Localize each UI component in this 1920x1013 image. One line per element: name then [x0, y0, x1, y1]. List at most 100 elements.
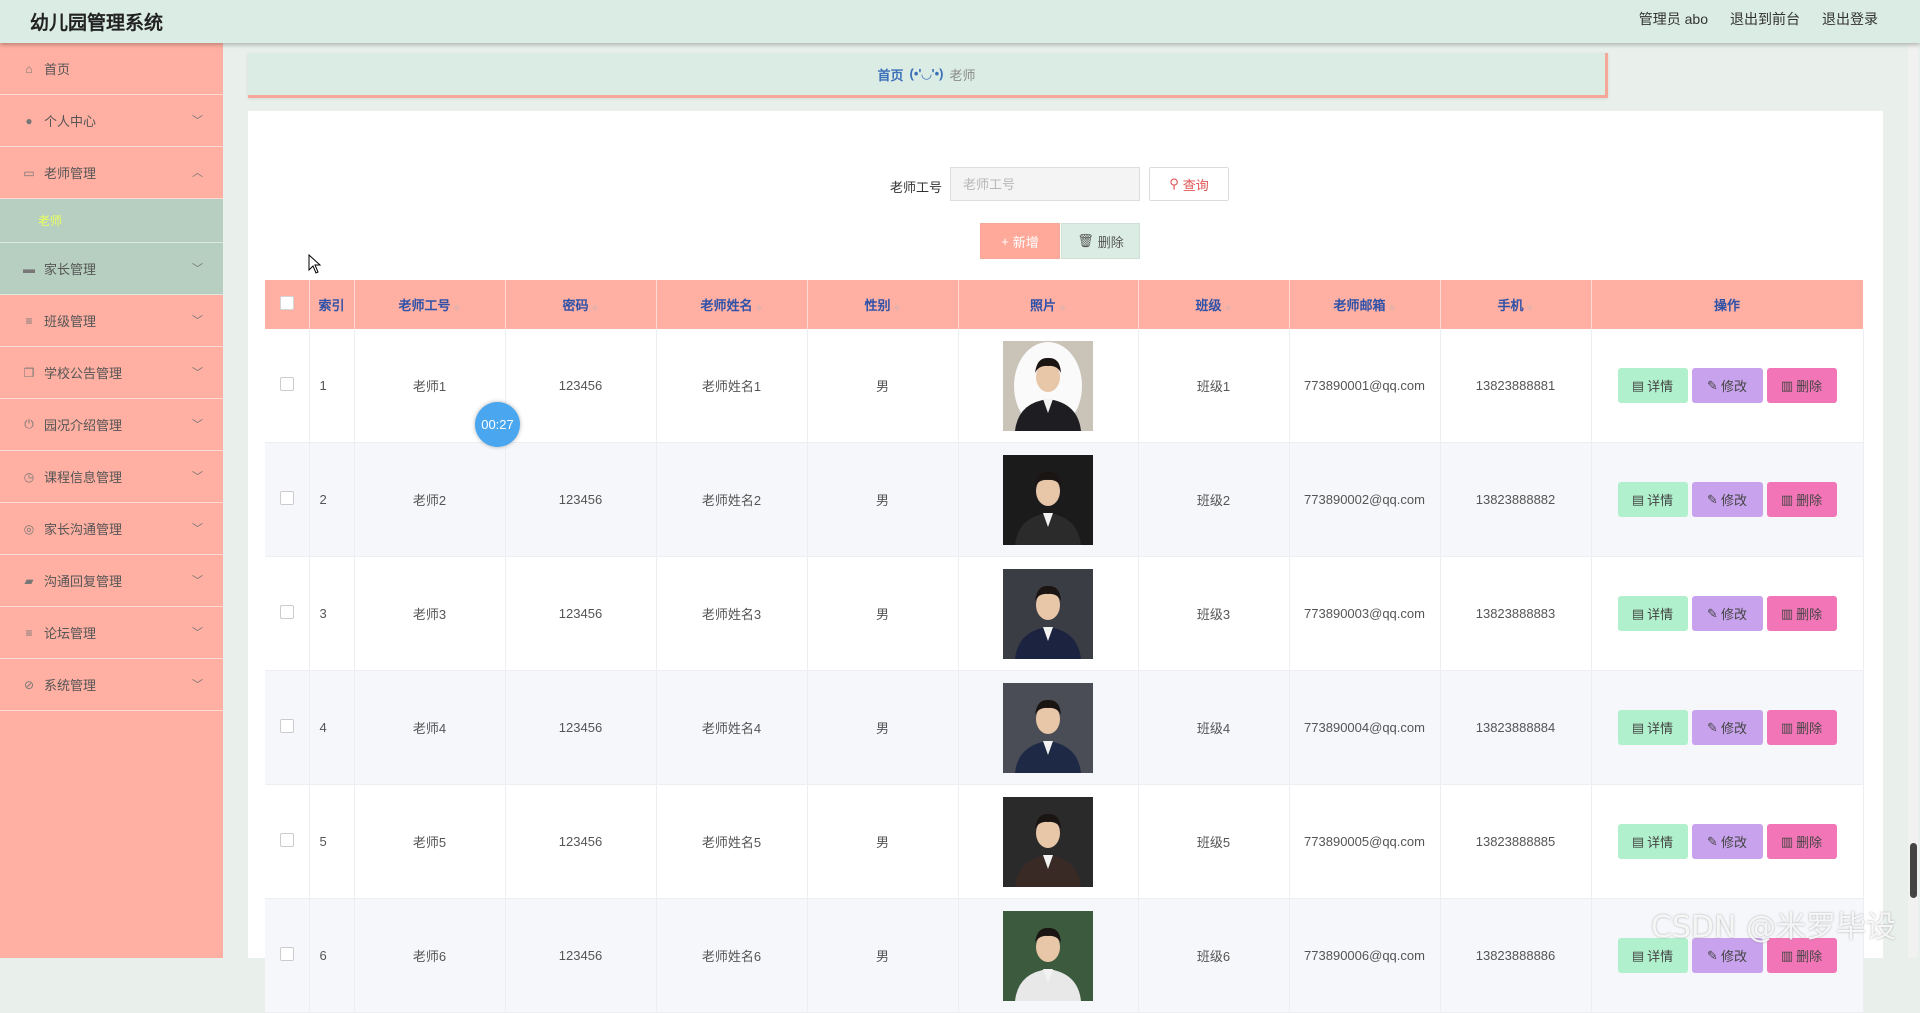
- row-checkbox[interactable]: [279, 605, 294, 619]
- cell-index: 2: [309, 442, 355, 557]
- edit-button[interactable]: ✎ 修改: [1691, 368, 1763, 403]
- breadcrumb-emoticon: (•'◡'•): [909, 66, 944, 81]
- teacher-photo[interactable]: [1003, 568, 1093, 659]
- table-row[interactable]: 4 老师4 123456 老师姓名4 男 班级4 773890004@qq.com 13823…: [265, 670, 1864, 785]
- delete-button[interactable]: ▥ 删除: [1766, 824, 1837, 859]
- logout-link[interactable]: 退出登录: [1822, 9, 1878, 29]
- chevron-down-icon: ﹀: [192, 575, 203, 587]
- briefcase-icon: ▰: [24, 573, 34, 588]
- cell-teacher-no: 老师5: [354, 784, 506, 899]
- col-teacher-no[interactable]: 老师工号 ◆: [354, 280, 506, 329]
- scrollbar-thumb[interactable]: [1910, 843, 1917, 898]
- scrollbar-track[interactable]: [1908, 43, 1918, 958]
- sidebar-item-label: 班级管理: [44, 314, 97, 329]
- col-phone[interactable]: 手机 ◆: [1440, 280, 1592, 329]
- target-icon: ◎: [23, 521, 35, 536]
- row-checkbox[interactable]: [279, 491, 294, 505]
- detail-button[interactable]: ▤ 详情: [1617, 482, 1688, 517]
- detail-button[interactable]: ▤ 详情: [1617, 824, 1688, 859]
- sidebar-item[interactable]: ▭ 老师管理 ︿: [0, 147, 223, 199]
- teacher-photo[interactable]: [1003, 682, 1093, 773]
- col-index: 索引: [309, 280, 355, 329]
- sidebar-item[interactable]: ▰ 沟通回复管理 ﹀: [0, 555, 223, 607]
- chevron-up-icon: ︿: [192, 167, 203, 179]
- table-row[interactable]: 5 老师5 123456 老师姓名5 男 班级5 773890005@qq.com 13823…: [265, 784, 1864, 899]
- admin-user-link[interactable]: 管理员 abo: [1639, 9, 1708, 29]
- sidebar-subitem[interactable]: 老师: [0, 199, 223, 243]
- trash-icon: ▥: [1780, 605, 1794, 621]
- row-select-cell: [265, 442, 310, 557]
- cell-index: 1: [309, 329, 355, 443]
- sidebar-item[interactable]: ● 个人中心 ﹀: [0, 95, 223, 147]
- breadcrumb-current: 老师: [949, 67, 976, 83]
- sidebar-item[interactable]: ❐ 学校公告管理 ﹀: [0, 347, 223, 399]
- col-teacher-name[interactable]: 老师姓名 ◆: [656, 280, 808, 329]
- recording-timer: 00:27: [475, 402, 520, 447]
- teacher-no-search-input[interactable]: [950, 167, 1140, 201]
- batch-delete-button[interactable]: 🗑 删除: [1061, 223, 1140, 259]
- table-row[interactable]: 2 老师2 123456 老师姓名2 男 班级2 773890002@qq.com 13823…: [265, 442, 1864, 557]
- delete-button[interactable]: ▥ 删除: [1766, 596, 1837, 631]
- detail-button[interactable]: ▤ 详情: [1617, 710, 1688, 745]
- sidebar-item-label: 家长沟通管理: [44, 522, 123, 537]
- chevron-down-icon: ﹀: [192, 263, 203, 275]
- query-button[interactable]: ⚲ 查询: [1149, 167, 1229, 201]
- sidebar-item[interactable]: ⌂ 首页: [0, 43, 223, 95]
- cell-gender: 男: [807, 442, 959, 557]
- row-checkbox[interactable]: [279, 377, 294, 391]
- col-gender[interactable]: 性别 ◆: [807, 280, 959, 329]
- table-row[interactable]: 3 老师3 123456 老师姓名3 男 班级3 773890003@qq.com 13823…: [265, 556, 1864, 671]
- teacher-photo[interactable]: [1003, 796, 1093, 887]
- edit-button[interactable]: ✎ 修改: [1691, 824, 1763, 859]
- col-operations: 操作: [1591, 280, 1864, 329]
- col-class[interactable]: 班级 ◆: [1138, 280, 1290, 329]
- sort-icon: ◆: [755, 302, 763, 312]
- breadcrumb-home[interactable]: 首页: [878, 65, 904, 84]
- row-checkbox[interactable]: [279, 719, 294, 733]
- trash-icon: ▥: [1780, 719, 1794, 735]
- teacher-photo[interactable]: [1003, 910, 1093, 1001]
- document-icon: ▤: [1631, 719, 1645, 735]
- col-email[interactable]: 老师邮箱 ◆: [1289, 280, 1441, 329]
- delete-button[interactable]: ▥ 删除: [1766, 710, 1837, 745]
- app-title: 幼儿园管理系统: [30, 13, 164, 34]
- teacher-photo[interactable]: [1003, 340, 1093, 431]
- delete-button[interactable]: ▥ 删除: [1766, 368, 1837, 403]
- cell-operations: ▤ 详情 ✎ 修改 ▥ 删除: [1591, 329, 1864, 443]
- delete-button[interactable]: ▥ 删除: [1766, 482, 1837, 517]
- col-password[interactable]: 密码 ◆: [505, 280, 657, 329]
- cell-phone: 13823888883: [1440, 556, 1592, 671]
- row-checkbox[interactable]: [279, 833, 294, 847]
- edit-button[interactable]: ✎ 修改: [1691, 482, 1763, 517]
- sidebar-item-label: 首页: [44, 62, 71, 77]
- cell-phone: 13823888886: [1440, 898, 1592, 1013]
- sidebar-item[interactable]: ◎ 家长沟通管理 ﹀: [0, 503, 223, 555]
- trash-icon: 🗑: [1077, 233, 1094, 248]
- select-all-checkbox[interactable]: [279, 296, 294, 310]
- edit-button[interactable]: ✎ 修改: [1691, 596, 1763, 631]
- chevron-down-icon: ﹀: [192, 471, 203, 483]
- row-checkbox[interactable]: [279, 947, 294, 961]
- table-row[interactable]: 6 老师6 123456 老师姓名6 男 班级6 773890006@qq.com 13823…: [265, 898, 1864, 1013]
- sidebar-item[interactable]: ⊘ 系统管理 ﹀: [0, 659, 223, 711]
- sidebar-item[interactable]: ⏻ 园况介绍管理 ﹀: [0, 399, 223, 451]
- cell-operations: ▤ 详情 ✎ 修改 ▥ 删除: [1591, 442, 1864, 557]
- back-to-front-link[interactable]: 退出到前台: [1730, 9, 1800, 29]
- cell-teacher-no: 老师6: [354, 898, 506, 1013]
- sidebar-item[interactable]: ≡ 班级管理 ﹀: [0, 295, 223, 347]
- cell-email: 773890004@qq.com: [1289, 670, 1441, 785]
- cell-gender: 男: [807, 670, 959, 785]
- sidebar-item[interactable]: ≡ 论坛管理 ﹀: [0, 607, 223, 659]
- sort-icon: ◆: [591, 302, 599, 312]
- sidebar-item[interactable]: ◷ 课程信息管理 ﹀: [0, 451, 223, 503]
- select-all-header: [265, 280, 310, 329]
- detail-button[interactable]: ▤ 详情: [1617, 596, 1688, 631]
- teacher-photo[interactable]: [1003, 454, 1093, 545]
- col-photo[interactable]: 照片 ◆: [958, 280, 1139, 329]
- pencil-icon: ✎: [1707, 947, 1718, 963]
- edit-button[interactable]: ✎ 修改: [1691, 710, 1763, 745]
- detail-button[interactable]: ▤ 详情: [1617, 368, 1688, 403]
- main-content: 首页 (•'◡'•) 老师 老师工号 ⚲ 查询 + 新增 🗑 删除: [223, 43, 1920, 1013]
- sidebar-item[interactable]: ▬ 家长管理 ﹀: [0, 243, 223, 295]
- add-button[interactable]: + 新增: [980, 223, 1060, 259]
